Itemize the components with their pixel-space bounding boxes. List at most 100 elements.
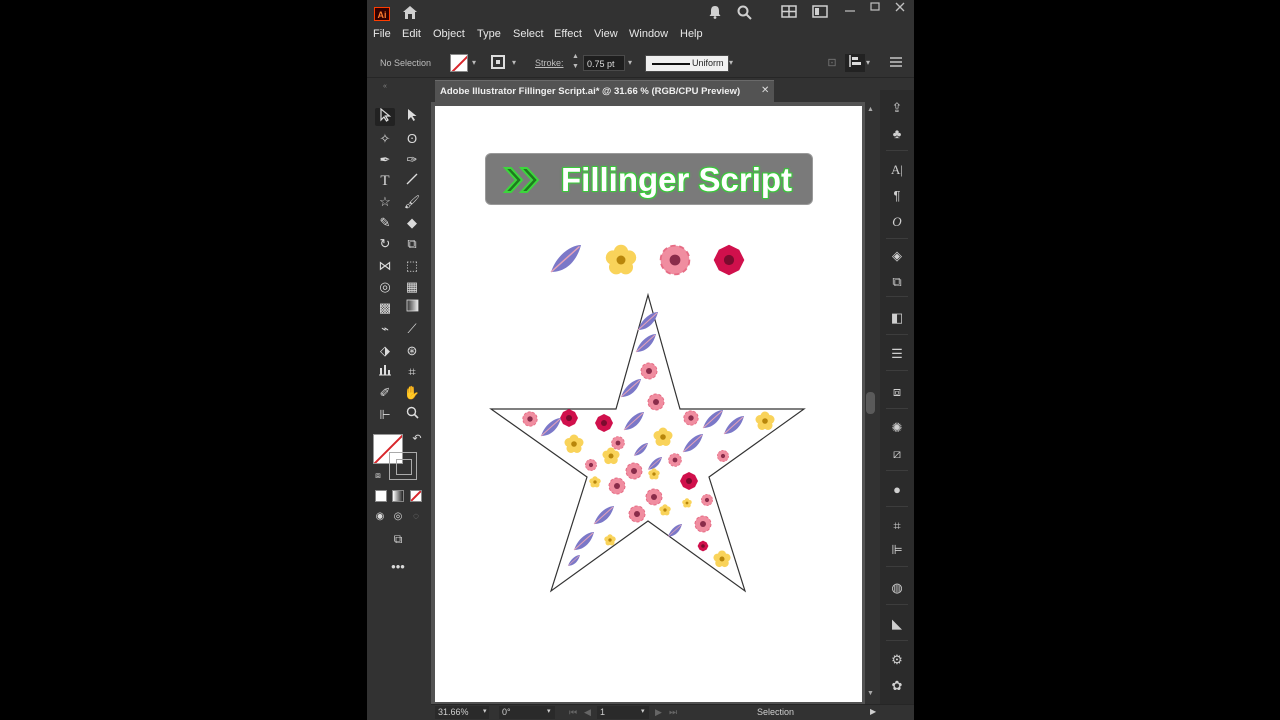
maximize-icon[interactable] (866, 1, 884, 17)
scroll-down-icon[interactable]: ▼ (867, 690, 874, 697)
line-tool-icon[interactable] (402, 172, 422, 190)
selection-tool-icon[interactable] (375, 107, 395, 126)
chevron-down-icon[interactable]: ▾ (641, 707, 645, 715)
menu-type[interactable]: Type (477, 28, 501, 40)
shape-builder-tool-icon[interactable]: ◎ (375, 278, 395, 296)
type-tool-icon[interactable]: T (375, 172, 395, 190)
isolate-icon[interactable]: ⊡ (822, 54, 842, 72)
free-transform-tool-icon[interactable]: ⬚ (402, 257, 422, 275)
align-panel-icon[interactable]: ⊫ (886, 540, 908, 560)
mesh-tool-icon[interactable]: ▩ (375, 299, 395, 317)
character-icon[interactable]: A| (886, 160, 908, 180)
hand-tool-icon[interactable]: ✋ (402, 384, 422, 402)
measure-tool-icon[interactable]: ⟋ (402, 320, 422, 338)
lasso-tool-icon[interactable]: ʘ (402, 130, 422, 148)
pen-tool-icon[interactable]: ✒ (375, 151, 395, 169)
gradient-panel-icon[interactable]: ◣ (886, 614, 908, 634)
minimize-icon[interactable] (841, 5, 859, 21)
gradient-mode-icon[interactable] (392, 490, 404, 502)
collapse-panel-icon[interactable]: « (375, 78, 395, 96)
last-artboard-icon[interactable]: ⏭ (669, 707, 677, 718)
menu-effect[interactable]: Effect (554, 28, 582, 40)
fill-swatch[interactable] (450, 54, 468, 72)
transform-icon[interactable]: ⌗ (886, 516, 908, 536)
stroke-label[interactable]: Stroke: (535, 58, 564, 68)
transparency-icon[interactable]: ◧ (886, 308, 908, 328)
menu-file[interactable]: File (373, 28, 391, 40)
panel-menu-icon[interactable] (886, 54, 906, 72)
align-icon[interactable] (845, 54, 865, 72)
chevron-down-icon[interactable]: ▾ (483, 707, 487, 715)
menu-object[interactable]: Object (433, 28, 465, 40)
first-artboard-icon[interactable]: ⏮ (569, 707, 577, 718)
pathfinder-icon[interactable]: ⧈ (886, 382, 908, 402)
adjustments-icon[interactable]: ⚙ (886, 650, 908, 670)
variable-width-profile[interactable]: Uniform (645, 55, 729, 72)
stepper-down-icon[interactable]: ▼ (572, 63, 579, 70)
scrollbar-thumb[interactable] (866, 392, 875, 414)
color-mode-icon[interactable] (375, 490, 387, 502)
chevron-down-icon[interactable]: ▾ (729, 58, 733, 67)
eyedropper-tool-icon[interactable]: ⌁ (375, 320, 395, 338)
shaper-tool-icon[interactable]: ✎ (375, 214, 395, 232)
home-icon[interactable] (401, 5, 419, 21)
bell-icon[interactable] (706, 5, 724, 21)
close-tab-icon[interactable]: ✕ (761, 85, 769, 96)
vertical-scrollbar[interactable]: ▲ ▼ (865, 102, 877, 704)
paragraph-icon[interactable]: ¶ (886, 186, 908, 206)
opentype-icon[interactable]: O (886, 212, 908, 232)
graph-tool-icon[interactable] (375, 363, 395, 381)
screen-mode-icon[interactable]: ⧉ (388, 530, 408, 548)
navigator-icon[interactable]: ◍ (886, 578, 908, 598)
artboard-tool-icon[interactable]: ⌗ (402, 363, 422, 381)
default-colors-icon[interactable]: ⧈ (368, 466, 388, 484)
properties-icon[interactable]: ☰ (886, 344, 908, 364)
menu-edit[interactable]: Edit (402, 28, 421, 40)
more-tools-icon[interactable]: ••• (388, 558, 408, 576)
eraser-tool-icon[interactable]: ◆ (402, 214, 422, 232)
curvature-tool-icon[interactable]: ✑ (402, 151, 422, 169)
graphic-styles-icon[interactable]: ⧄ (886, 444, 908, 464)
perspective-grid-tool-icon[interactable]: ▦ (402, 278, 422, 296)
chevron-down-icon[interactable]: ▾ (472, 58, 476, 67)
stroke-weight-input[interactable]: 0.75 pt (583, 55, 625, 71)
none-mode-icon[interactable] (410, 490, 422, 502)
menu-select[interactable]: Select (513, 28, 544, 40)
print-tiling-tool-icon[interactable]: ⊩ (375, 406, 395, 424)
next-artboard-icon[interactable]: ▶ (655, 707, 662, 718)
slice-tool-icon[interactable]: ✐ (375, 384, 395, 402)
status-menu-icon[interactable]: ▶ (870, 707, 876, 716)
chevron-down-icon[interactable]: ▾ (628, 58, 632, 67)
search-icon[interactable] (735, 5, 753, 21)
color-icon[interactable]: ● (886, 480, 908, 500)
close-icon[interactable] (891, 1, 909, 17)
symbol-sprayer-tool-icon[interactable]: ⊛ (402, 342, 422, 360)
layers-icon[interactable]: ◈ (886, 246, 908, 266)
blend-tool-icon[interactable]: ⬗ (375, 342, 395, 360)
swap-colors-icon[interactable]: ↶ (407, 430, 427, 448)
menu-view[interactable]: View (594, 28, 618, 40)
chevron-down-icon[interactable]: ▾ (512, 58, 516, 67)
magic-wand-tool-icon[interactable]: ✧ (375, 130, 395, 148)
gradient-tool-icon[interactable] (402, 299, 422, 317)
appearance-icon[interactable]: ✺ (886, 418, 908, 438)
chevron-down-icon[interactable]: ▾ (866, 58, 870, 67)
artboard-number-field[interactable]: 1 ▾ (597, 706, 649, 719)
swatches-icon[interactable]: ✿ (886, 676, 908, 696)
scale-tool-icon[interactable]: ⧉ (402, 235, 422, 253)
stepper-up-icon[interactable]: ▲ (572, 53, 579, 60)
canvas-area[interactable]: Fillinger Script (431, 102, 865, 704)
menu-help[interactable]: Help (680, 28, 703, 40)
scroll-up-icon[interactable]: ▲ (867, 106, 874, 113)
asset-export-icon[interactable]: ⇪ (886, 98, 908, 118)
document-tab[interactable]: Adobe Illustrator Fillinger Script.ai* @… (435, 80, 774, 102)
draw-behind-icon[interactable]: ◎ (388, 508, 408, 526)
direct-selection-tool-icon[interactable] (402, 108, 422, 126)
workspace-icon[interactable] (811, 5, 829, 21)
stroke-swatch[interactable] (491, 55, 505, 69)
symbols-icon[interactable]: ♣ (886, 124, 908, 144)
arrange-icon[interactable] (780, 5, 798, 21)
stroke-color-box[interactable] (389, 452, 417, 480)
rotation-field[interactable]: 0° ▾ (499, 706, 555, 719)
chevron-down-icon[interactable]: ▾ (547, 707, 551, 715)
